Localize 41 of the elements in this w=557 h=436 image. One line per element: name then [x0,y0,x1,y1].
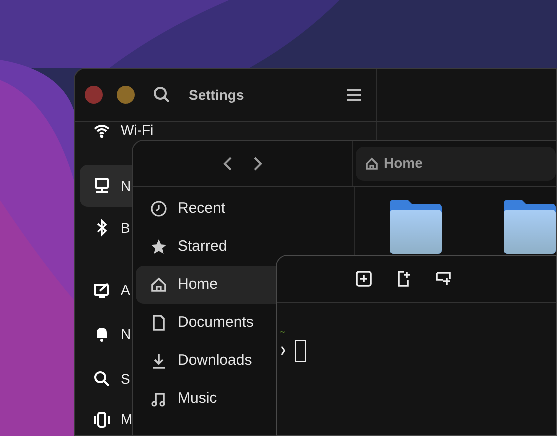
folder-icon[interactable] [390,200,442,254]
sidebar-item[interactable]: Downloads [136,342,276,380]
download-icon [150,352,168,370]
sidebar-item[interactable]: N [80,313,133,355]
sidebar-item[interactable]: Home [136,266,276,304]
folder-icon[interactable] [504,200,556,254]
home-icon [365,156,379,170]
menu-icon[interactable] [346,88,362,102]
new-window-icon[interactable] [436,272,452,286]
sidebar-item[interactable]: Music [136,380,276,418]
home-icon [150,276,168,294]
new-file-icon[interactable] [397,271,411,287]
sidebar-item[interactable]: B [80,207,133,249]
search-icon [93,370,111,388]
star-icon [150,238,168,256]
prompt-symbol: ❯ [280,342,287,359]
window-title: Settings [189,86,244,105]
text-cursor [294,340,306,362]
monitor-icon [93,177,111,195]
clock-icon [150,200,168,218]
sidebar-item[interactable]: N [80,165,133,207]
back-icon[interactable] [222,156,234,172]
display-icon [93,281,111,299]
sidebar-item[interactable]: A [80,269,133,311]
directory-label: ~ [280,328,286,338]
sidebar-item[interactable]: Wi-Fi [80,122,158,139]
sidebar-item[interactable]: Recent [136,190,276,228]
path-label: Home [384,154,423,173]
sidebar-item[interactable]: Documents [136,304,276,342]
minimize-button[interactable] [117,86,135,104]
sidebar-item[interactable]: M [80,403,133,435]
sidebar-item[interactable]: S [80,358,133,400]
music-icon [150,390,168,408]
add-tab-icon[interactable] [356,271,372,287]
forward-icon[interactable] [252,156,264,172]
path-bar[interactable]: Home [356,146,556,180]
search-icon[interactable] [153,86,171,104]
phone-icon [93,410,111,428]
document-icon [150,314,168,332]
wifi-icon [93,122,111,140]
sidebar-item[interactable]: Starred [136,228,276,266]
